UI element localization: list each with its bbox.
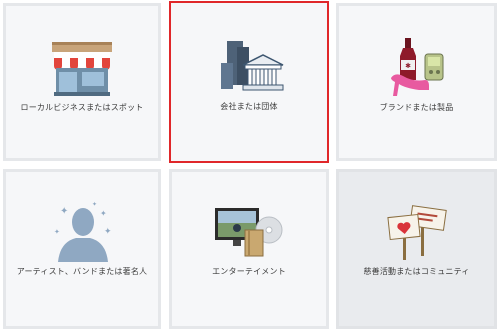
svg-text:✦: ✦ bbox=[92, 201, 97, 208]
category-tile-local-business[interactable]: ローカルビジネスまたはスポット bbox=[3, 3, 161, 161]
storefront-icon bbox=[52, 42, 112, 96]
artist-silhouette-icon: ✦ ✦ ✦ ✦ ✦ bbox=[54, 201, 112, 262]
category-label: エンターテイメント bbox=[212, 267, 286, 276]
svg-text:✦: ✦ bbox=[104, 227, 112, 237]
category-tile-company[interactable]: 会社または団体 bbox=[169, 1, 329, 163]
svg-text:✦: ✦ bbox=[60, 206, 68, 217]
brand-products-icon: ✱ bbox=[390, 38, 443, 96]
category-label: 会社または団体 bbox=[220, 102, 278, 111]
svg-text:✦: ✦ bbox=[54, 228, 60, 236]
entertainment-media-icon bbox=[215, 208, 283, 257]
community-signs-icon bbox=[386, 205, 447, 260]
svg-text:✦: ✦ bbox=[100, 209, 107, 218]
category-label: ブランドまたは製品 bbox=[379, 103, 454, 112]
category-tile-artist[interactable]: ✦ ✦ ✦ ✦ ✦ アーティスト、バンドまたは著名人 bbox=[3, 169, 161, 329]
category-label: アーティスト、バンドまたは著名人 bbox=[16, 267, 148, 276]
category-tile-entertainment[interactable]: エンターテイメント bbox=[169, 169, 329, 329]
category-label: 慈善活動またはコミュニティ bbox=[363, 267, 470, 276]
page-category-grid: ローカルビジネスまたはスポット 会社または団体 ✱ ブランドまたは製品 ✦ ✦ … bbox=[0, 0, 500, 332]
svg-text:✱: ✱ bbox=[405, 62, 411, 70]
category-label: ローカルビジネスまたはスポット bbox=[20, 103, 144, 112]
category-tile-brand-product[interactable]: ✱ ブランドまたは製品 bbox=[336, 3, 497, 161]
company-building-icon bbox=[221, 41, 284, 91]
category-tile-community[interactable]: 慈善活動またはコミュニティ bbox=[336, 169, 497, 329]
